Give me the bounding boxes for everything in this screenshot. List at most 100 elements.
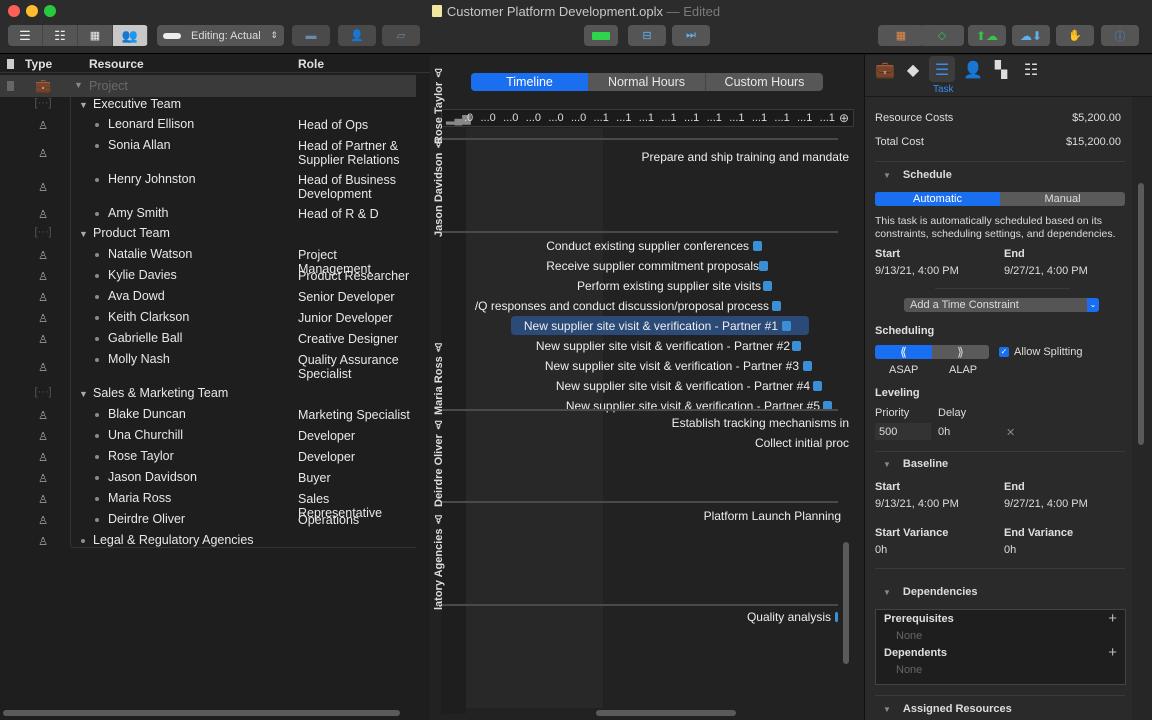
resource-column-header[interactable]: Resource [89, 57, 144, 71]
task-bar[interactable] [792, 341, 801, 351]
disclosure-triangle-icon[interactable]: ▼ [79, 389, 88, 399]
task-label[interactable]: Perform existing supplier site visits [577, 279, 761, 293]
tab-timeline[interactable]: Timeline [471, 73, 588, 91]
resource-row[interactable]: ♙ Una Churchill Developer [0, 428, 416, 449]
task-bar[interactable] [772, 301, 781, 311]
task-bar[interactable] [759, 261, 768, 271]
zoom-in-icon[interactable]: ⊕ [839, 111, 853, 125]
table-inspector-icon[interactable]: ☷ [1022, 60, 1040, 79]
add-prerequisite-button[interactable]: + [1108, 610, 1117, 627]
task-label[interactable]: Platform Launch Planning [704, 509, 841, 523]
dependencies-section-header[interactable]: Dependencies [883, 586, 978, 598]
task-label[interactable]: Conduct existing supplier conferences [546, 239, 749, 253]
schedule-section-header[interactable]: Schedule [883, 169, 952, 181]
tab-normal-hours[interactable]: Normal Hours [588, 73, 706, 91]
split-task-button[interactable]: ▱ [382, 25, 420, 46]
type-column-header[interactable]: Type [25, 57, 52, 71]
resource-name: Gabrielle Ball [108, 331, 183, 345]
resource-row[interactable]: ♙ Deirdre Oliver Operations [0, 512, 416, 533]
tab-custom-hours[interactable]: Custom Hours [706, 73, 823, 91]
task-bar[interactable] [763, 281, 772, 291]
manual-mode-button[interactable]: Manual [1000, 192, 1125, 206]
gantt-view-button[interactable]: ☷ [43, 25, 78, 46]
reschedule-button[interactable]: ⊟ [628, 25, 666, 46]
outline-horizontal-scrollbar[interactable] [3, 710, 400, 716]
role-column-header[interactable]: Role [298, 57, 324, 71]
table-button[interactable]: ▦ [878, 25, 924, 46]
resource-row[interactable]: ♙ Natalie Watson Project Management [0, 247, 416, 276]
connect-tasks-button[interactable]: ▬ [292, 25, 330, 46]
task-label[interactable]: New supplier site visit & verification -… [556, 379, 810, 393]
timeline-horizontal-scrollbar[interactable] [596, 710, 736, 716]
task-bar[interactable] [782, 321, 791, 331]
asap-button[interactable]: ⟪ [875, 345, 932, 359]
resource-row[interactable]: ♙ Amy Smith Head of R & D [0, 206, 416, 226]
disclosure-triangle-icon[interactable]: ▼ [79, 100, 88, 110]
group-row[interactable]: [···] ▼ Product Team [0, 226, 416, 247]
outline-view-button[interactable]: ☰ [8, 25, 43, 46]
stop-button[interactable]: ✋ [1056, 25, 1094, 46]
disclosure-triangle-icon[interactable]: ▼ [79, 229, 88, 239]
group-row[interactable]: [···] ▼ Executive Team [0, 97, 416, 117]
task-label[interactable]: Establish tracking mechanisms in [672, 416, 849, 430]
resource-row[interactable]: ♙ Gabrielle Ball Creative Designer [0, 331, 416, 352]
task-bar[interactable] [813, 381, 822, 391]
resource-row[interactable]: ♙ Jason Davidson Buyer [0, 470, 416, 491]
resource-inspector-icon[interactable]: 👤 [963, 60, 983, 79]
start-value[interactable]: 9/13/21, 4:00 PM [875, 265, 959, 277]
assigned-resources-section-header[interactable]: Assigned Resources [883, 703, 1012, 715]
resource-row[interactable]: ♙ Blake Duncan Marketing Specialist [0, 407, 416, 428]
task-bar[interactable] [803, 361, 812, 371]
task-label[interactable]: Prepare and ship training and mandate [642, 150, 849, 164]
task-label[interactable]: New supplier site visit & verification -… [536, 339, 790, 353]
resource-row[interactable]: ♙ Leonard Ellison Head of Ops [0, 117, 416, 138]
project-row[interactable]: 💼 ▼ Project [0, 75, 416, 97]
task-bar[interactable] [753, 241, 762, 251]
task-label[interactable]: Quality analysis [747, 610, 831, 624]
task-label[interactable]: Receive supplier commitment proposals [546, 259, 759, 273]
update-button[interactable]: ☁⬇ [1012, 25, 1050, 46]
assign-resource-button[interactable]: 👤 [338, 25, 376, 46]
resource-row[interactable]: ♙ Henry Johnston Head of Business Developm… [0, 172, 416, 206]
end-value[interactable]: 9/27/21, 4:00 PM [1004, 265, 1088, 277]
clear-delay-icon[interactable]: ✕ [1006, 426, 1015, 439]
automatic-mode-button[interactable]: Automatic [875, 192, 1000, 206]
group-row[interactable]: [···] ▼ Sales & Marketing Team [0, 386, 416, 407]
resource-row[interactable]: ♙ Molly Nash Quality Assurance Specialist [0, 352, 416, 386]
time-constraint-select[interactable]: Add a Time Constraint ⌄ [904, 298, 1099, 312]
resource-view-button[interactable]: 👥 [113, 25, 148, 46]
resource-row[interactable]: ♙ Maria Ross Sales Representative [0, 491, 416, 520]
timeline-vertical-scrollbar[interactable] [843, 542, 849, 664]
time-ruler[interactable]: ▂▄▆ .0 ...0 ...0 ...0 ...0 ...0 ...1 ...1 ...1..… [441, 109, 854, 127]
resource-row[interactable]: ♙ Rose Taylor Developer [0, 449, 416, 470]
level-resources-button[interactable] [584, 25, 618, 46]
task-inspector-icon[interactable]: ☰ [933, 60, 951, 79]
style-inspector-icon[interactable]: ▚ [992, 60, 1010, 79]
editing-mode-select[interactable]: Editing: Actual ⇕ [157, 25, 284, 46]
resource-row[interactable]: ♙ Keith Clarkson Junior Developer [0, 310, 416, 331]
delay-value[interactable]: 0h [938, 426, 950, 438]
milestone-inspector-icon[interactable]: ◆ [904, 60, 922, 79]
alap-button[interactable]: ⟫ [932, 345, 989, 359]
resource-row[interactable]: ♙ Kylie Davies Product Researcher [0, 268, 416, 289]
inspector-vertical-scrollbar[interactable] [1138, 183, 1144, 445]
info-button[interactable]: ⓘ [1101, 25, 1139, 46]
priority-field[interactable]: 500 [875, 423, 931, 440]
publish-button[interactable]: ⬆☁ [968, 25, 1006, 46]
milestone-button[interactable]: ◇ [920, 25, 964, 46]
network-view-button[interactable]: ▦ [78, 25, 113, 46]
resource-row[interactable]: ♙ Sonia Allan Head of Partner & Supplier R… [0, 138, 416, 172]
task-label[interactable]: Collect initial proc [755, 436, 849, 450]
task-label[interactable]: New supplier site visit & verification -… [524, 319, 778, 333]
resource-row[interactable]: ♙ Ava Dowd Senior Developer [0, 289, 416, 310]
catch-up-button[interactable]: ⏭ [672, 25, 710, 46]
add-dependent-button[interactable]: + [1108, 644, 1117, 661]
task-label[interactable]: New supplier site visit & verification -… [545, 359, 799, 373]
resource-row[interactable]: ♙ Legal & Regulatory Agencies [0, 533, 416, 554]
project-inspector-icon[interactable]: 💼 [875, 60, 895, 79]
task-bar[interactable] [835, 612, 838, 622]
allow-splitting-checkbox[interactable]: ✓ [999, 347, 1009, 357]
baseline-section-header[interactable]: Baseline [883, 458, 948, 470]
task-label[interactable]: /Q responses and conduct discussion/prop… [475, 299, 769, 313]
disclosure-triangle-icon[interactable]: ▼ [74, 80, 83, 90]
